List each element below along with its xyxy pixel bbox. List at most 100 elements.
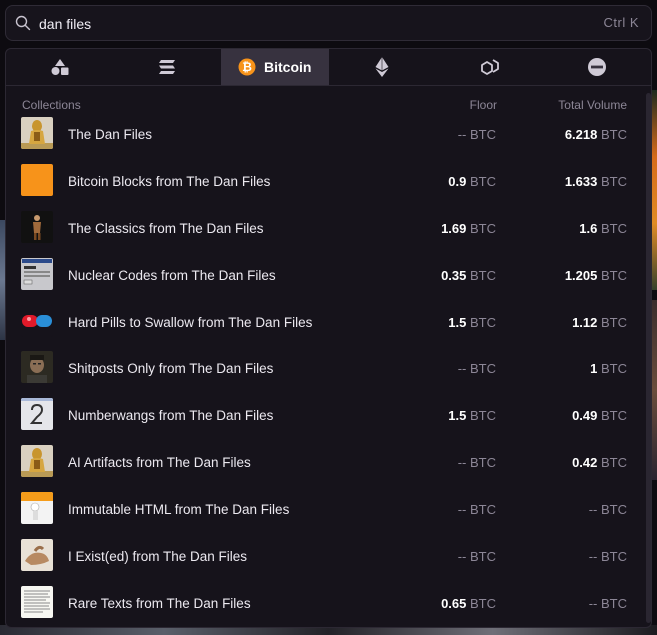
collection-row[interactable]: Shitposts Only from The Dan Files -- BTC 1…: [6, 351, 651, 398]
collection-thumbnail: [21, 210, 53, 243]
total-volume-unit: BTC: [601, 361, 627, 377]
floor-price-value: 1.69: [441, 220, 467, 236]
collection-list: The Dan Files -- BTC 6.218 BTC Bitcoin Bloc…: [6, 117, 651, 627]
total-volume: 1.205 BTC: [565, 268, 627, 283]
total-volume-value: 6.218: [564, 127, 598, 142]
floor-price-unit: BTC: [470, 549, 496, 565]
collection-row[interactable]: The Dan Files -- BTC 6.218 BTC: [6, 117, 651, 164]
ethereum-icon: [375, 57, 389, 77]
floor-price: -- BTC: [458, 455, 496, 470]
shapes-icon: [51, 59, 69, 75]
collection-name: Numberwangs from The Dan Files: [68, 408, 274, 424]
tab-solana[interactable]: [114, 49, 222, 85]
collection-name: Rare Texts from The Dan Files: [68, 595, 251, 611]
collection-row[interactable]: I Exist(ed) from The Dan Files -- BTC -- B…: [6, 539, 651, 586]
collection-name: The Dan Files: [68, 127, 153, 142]
total-volume-unit: BTC: [601, 314, 627, 330]
total-volume-value: --: [588, 502, 598, 518]
tab-other[interactable]: [544, 49, 652, 85]
total-volume: 0.42 BTC: [572, 455, 627, 470]
collection-thumbnail: [21, 492, 53, 525]
floor-price-unit: BTC: [470, 361, 496, 377]
total-volume-unit: BTC: [601, 173, 627, 189]
collection-thumbnail: [21, 445, 53, 478]
total-volume-value: 0.49: [572, 408, 598, 424]
floor-price: -- BTC: [458, 502, 496, 517]
collection-row[interactable]: The Classics from The Dan Files 1.69 BTC 1…: [6, 210, 651, 258]
floor-price-value: 1.5: [448, 314, 467, 330]
search-bar[interactable]: Ctrl K: [5, 5, 652, 41]
floor-price-unit: BTC: [470, 173, 496, 189]
total-volume-unit: BTC: [601, 549, 627, 565]
collection-row[interactable]: Hard Pills to Swallow from The Dan Files…: [6, 304, 651, 352]
floor-price-value: --: [457, 127, 467, 142]
floor-price-unit: BTC: [470, 314, 496, 330]
collection-thumbnail: [21, 117, 53, 149]
floor-price-value: --: [457, 502, 467, 518]
collection-thumbnail: [21, 257, 53, 290]
collection-row[interactable]: Bitcoin Blocks from The Dan Files 0.9 BTC…: [6, 163, 651, 211]
floor-price-value: --: [457, 455, 467, 471]
total-volume-value: --: [588, 549, 598, 565]
floor-price-unit: BTC: [470, 455, 496, 471]
floor-price-value: 0.35: [441, 267, 467, 283]
tab-ethereum[interactable]: [329, 49, 437, 85]
floor-price-value: 0.9: [448, 173, 467, 189]
floor-price-unit: BTC: [470, 220, 496, 236]
total-volume-unit: BTC: [601, 408, 627, 424]
total-volume: -- BTC: [589, 596, 627, 611]
results-header: Collections Floor Total Volume: [22, 98, 627, 114]
floor-price: 1.5 BTC: [448, 315, 496, 330]
floor-price-value: --: [457, 549, 467, 565]
svg-text:₿: ₿: [242, 60, 252, 74]
search-icon: [15, 15, 31, 31]
floor-price-unit: BTC: [470, 408, 496, 424]
tab-polygon[interactable]: [436, 49, 544, 85]
total-volume-value: --: [588, 595, 598, 611]
total-volume: 1 BTC: [590, 361, 627, 376]
floor-price: -- BTC: [458, 549, 496, 564]
collection-name: Nuclear Codes from The Dan Files: [68, 267, 276, 283]
collection-thumbnail: [21, 351, 53, 384]
collection-row[interactable]: Numberwangs from The Dan Files 1.5 BTC 0.4…: [6, 398, 651, 445]
total-volume: 0.49 BTC: [572, 408, 627, 423]
tab-all[interactable]: [6, 49, 114, 85]
floor-price-value: 1.5: [448, 408, 467, 424]
floor-price: 0.65 BTC: [441, 596, 496, 611]
floor-price-unit: BTC: [470, 502, 496, 518]
collection-name: Bitcoin Blocks from The Dan Files: [68, 173, 271, 189]
total-volume-unit: BTC: [601, 220, 627, 236]
floor-price-value: 0.65: [441, 595, 467, 611]
column-floor: Floor: [469, 98, 497, 112]
collection-row[interactable]: Immutable HTML from The Dan Files -- BTC -…: [6, 492, 651, 539]
floor-price: 0.9 BTC: [448, 174, 496, 189]
floor-price-unit: BTC: [470, 595, 496, 611]
floor-price: 1.5 BTC: [448, 408, 496, 423]
collection-name: Hard Pills to Swallow from The Dan Files: [68, 314, 313, 330]
collection-thumbnail: [21, 304, 53, 337]
tab-bitcoin[interactable]: ₿ Bitcoin: [221, 49, 329, 85]
scrollbar-thumb[interactable]: [646, 93, 651, 623]
scrollbar[interactable]: [645, 93, 651, 623]
floor-price: 1.69 BTC: [441, 221, 496, 236]
collection-name: I Exist(ed) from The Dan Files: [68, 549, 248, 565]
total-volume-unit: BTC: [601, 595, 627, 611]
collection-name: The Classics from The Dan Files: [68, 220, 264, 236]
minus-circle-icon: [588, 58, 607, 76]
total-volume: -- BTC: [589, 502, 627, 517]
bitcoin-icon: ₿: [238, 58, 256, 76]
total-volume-value: 1.6: [579, 220, 598, 236]
polygon-icon: [480, 59, 499, 75]
collection-name: Immutable HTML from The Dan Files: [68, 502, 290, 518]
collection-row[interactable]: Nuclear Codes from The Dan Files 0.35 BTC…: [6, 257, 651, 305]
collection-row[interactable]: AI Artifacts from The Dan Files -- BTC 0.4…: [6, 445, 651, 492]
search-input[interactable]: [39, 12, 559, 36]
floor-price-unit: BTC: [470, 267, 496, 283]
search-results-panel: ₿ Bitcoin Collections Floor Total Volume…: [5, 48, 652, 628]
total-volume: 6.218 BTC: [565, 127, 627, 142]
total-volume: 1.6 BTC: [579, 221, 627, 236]
collection-row[interactable]: Rare Texts from The Dan Files 0.65 BTC -- …: [6, 585, 651, 627]
column-collections: Collections: [22, 98, 81, 112]
total-volume-value: 1: [590, 361, 598, 377]
floor-price: 0.35 BTC: [441, 268, 496, 283]
